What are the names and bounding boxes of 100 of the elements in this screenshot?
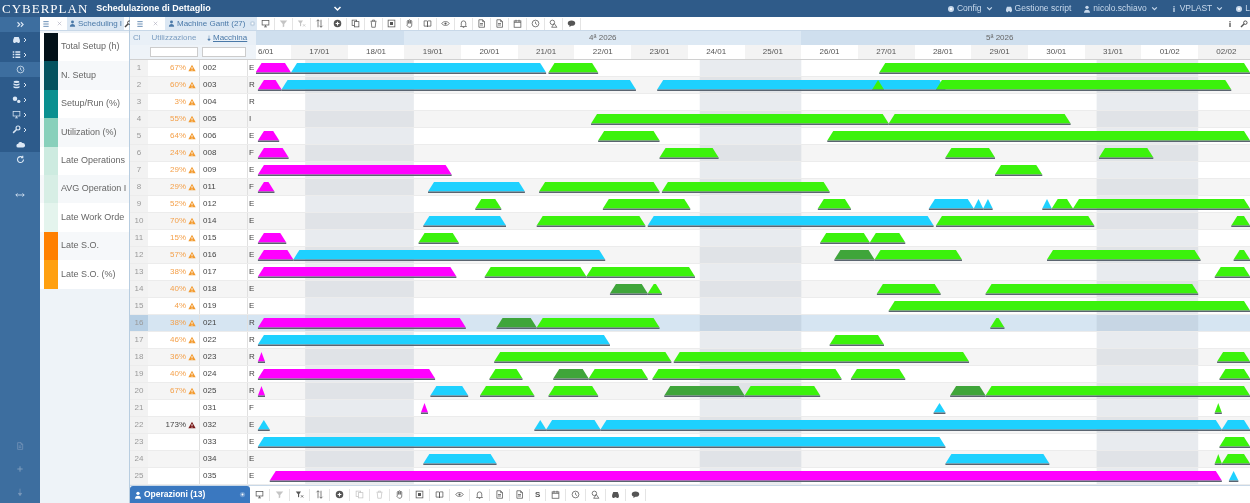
table-row[interactable]: 22 173% 032 E	[130, 417, 1250, 434]
legend-label: Utilization (%)	[61, 125, 117, 139]
table-row[interactable]: 10 70% 014 E	[130, 213, 1250, 230]
table-row[interactable]: 11 15% 015 E	[130, 230, 1250, 247]
machine-code: 023	[200, 349, 248, 365]
machine-code: 006	[200, 128, 248, 144]
date-header-cell: 29/01	[971, 45, 1028, 59]
table-row[interactable]: 24 034 E	[130, 451, 1250, 468]
menu-item[interactable]: nicolo.schiavo	[1083, 2, 1158, 15]
row-number: 7	[130, 162, 148, 178]
machine-code: 031	[200, 400, 248, 416]
machine-code: 016	[200, 247, 248, 263]
panel-tab[interactable]: Machine Gantt (27)	[165, 17, 257, 30]
machine-code: 035	[200, 468, 248, 484]
machine-code: 019	[200, 298, 248, 314]
table-row[interactable]: 2 60% 003 R	[130, 77, 1250, 94]
panel-tab[interactable]: Scheduling I	[67, 17, 125, 30]
table-row[interactable]: 18 36% 023 R	[130, 349, 1250, 366]
machine-code: 015	[200, 230, 248, 246]
machine-code: 018	[200, 281, 248, 297]
menu-item[interactable]: Config	[947, 2, 993, 15]
menu-item[interactable]: VPLAST	[1169, 2, 1224, 15]
date-header-cell: 24/01	[687, 45, 745, 59]
menu-item[interactable]: Gestione script	[1004, 2, 1072, 15]
menu-item[interactable]: L	[1235, 2, 1250, 15]
table-cell-text: E	[248, 436, 256, 448]
table-cell-text: E	[248, 283, 256, 295]
week-header-cell: 5ª 2026	[801, 31, 1199, 45]
table-row[interactable]: 8 29% 011 F	[130, 179, 1250, 196]
table-row[interactable]: 16 38% 021 R	[130, 315, 1250, 332]
row-number: 5	[130, 128, 148, 144]
row-number: 17	[130, 332, 148, 348]
utilization-value: 36%	[170, 351, 186, 363]
table-row[interactable]: 15 4% 019 E	[130, 298, 1250, 315]
machine-code: 014	[200, 213, 248, 229]
table-row[interactable]: 19 40% 024 R	[130, 366, 1250, 383]
legend-label: Late Work Orde	[61, 210, 125, 224]
table-row[interactable]: 6 24% 008 F	[130, 145, 1250, 162]
legend-label: AVG Operation I	[61, 182, 127, 196]
date-header-cell: 26/01	[801, 45, 858, 59]
date-header-cell: 6/01	[256, 45, 291, 59]
table-cell-text: E	[248, 453, 256, 465]
column-header-link[interactable]: Macchina	[200, 31, 248, 45]
table-cell-text: E	[248, 249, 256, 261]
table-row[interactable]: 7 29% 009 E	[130, 162, 1250, 179]
table-cell-text: R	[248, 79, 256, 91]
row-number: 1	[130, 60, 148, 76]
machine-code: 022	[200, 332, 248, 348]
legend-label: Setup/Run (%)	[61, 97, 121, 111]
table-row[interactable]: 1 67% 002 E	[130, 60, 1250, 77]
machine-code: 033	[200, 434, 248, 450]
table-cell-text: E	[248, 232, 256, 244]
table-cell-text: E	[248, 130, 256, 142]
toolbar-button[interactable]: S	[530, 488, 547, 501]
utilization-value: 29%	[170, 164, 186, 176]
machine-code: 005	[200, 111, 248, 127]
panel-tab[interactable]: Operazioni (13)	[130, 486, 250, 503]
row-number: 19	[130, 366, 148, 382]
table-row[interactable]: 4 55% 005 I	[130, 111, 1250, 128]
table-cell-text: R	[248, 368, 256, 380]
week-header-cell: 4ª 2026	[404, 31, 802, 45]
table-row[interactable]: 23 033 E	[130, 434, 1250, 451]
date-header-cell: 23/01	[631, 45, 688, 59]
utilization-value: 52%	[170, 198, 186, 210]
date-header-cell: 19/01	[404, 45, 462, 59]
table-row[interactable]: 14 40% 018 E	[130, 281, 1250, 298]
column-header: Cl	[132, 32, 142, 44]
table-row[interactable]: 13 38% 017 E	[130, 264, 1250, 281]
table-cell-text: E	[248, 198, 256, 210]
row-number: 25	[130, 468, 148, 484]
date-header-cell: 18/01	[347, 45, 405, 59]
machine-code: 024	[200, 366, 248, 382]
date-header-cell: 30/01	[1027, 45, 1085, 59]
date-header-cell: 01/02	[1141, 45, 1198, 59]
table-row[interactable]: 20 67% 025 R	[130, 383, 1250, 400]
table-row[interactable]: 17 46% 022 R	[130, 332, 1250, 349]
legend-label: Total Setup (h)	[61, 40, 120, 54]
table-row[interactable]: 21 031 F	[130, 400, 1250, 417]
utilization-value: 3%	[174, 96, 186, 108]
table-cell-text: F	[248, 402, 255, 414]
legend-label: Late Operations	[61, 154, 126, 167]
table-row[interactable]: 25 035 E	[130, 468, 1250, 485]
machine-code: 008	[200, 145, 248, 161]
table-cell-text: E	[248, 470, 256, 482]
table-row[interactable]: 12 57% 016 E	[130, 247, 1250, 264]
table-row[interactable]: 9 52% 012 E	[130, 196, 1250, 213]
machine-code: 017	[200, 264, 248, 280]
machine-code: 032	[200, 417, 248, 433]
table-row[interactable]: 3 3% 004 R	[130, 94, 1250, 111]
app-logo: CYBERPLAN	[2, 0, 89, 17]
date-header-cell: 20/01	[461, 45, 518, 59]
page-title: Schedulazione di Dettaglio	[96, 1, 211, 15]
row-number: 23	[130, 434, 148, 450]
row-number: 11	[130, 230, 148, 246]
utilization-value: 60%	[170, 79, 186, 91]
utilization-value: 29%	[170, 181, 186, 193]
machine-code: 009	[200, 162, 248, 178]
table-cell-text: F	[248, 181, 255, 193]
table-row[interactable]: 5 64% 006 E	[130, 128, 1250, 145]
row-number: 9	[130, 196, 148, 212]
